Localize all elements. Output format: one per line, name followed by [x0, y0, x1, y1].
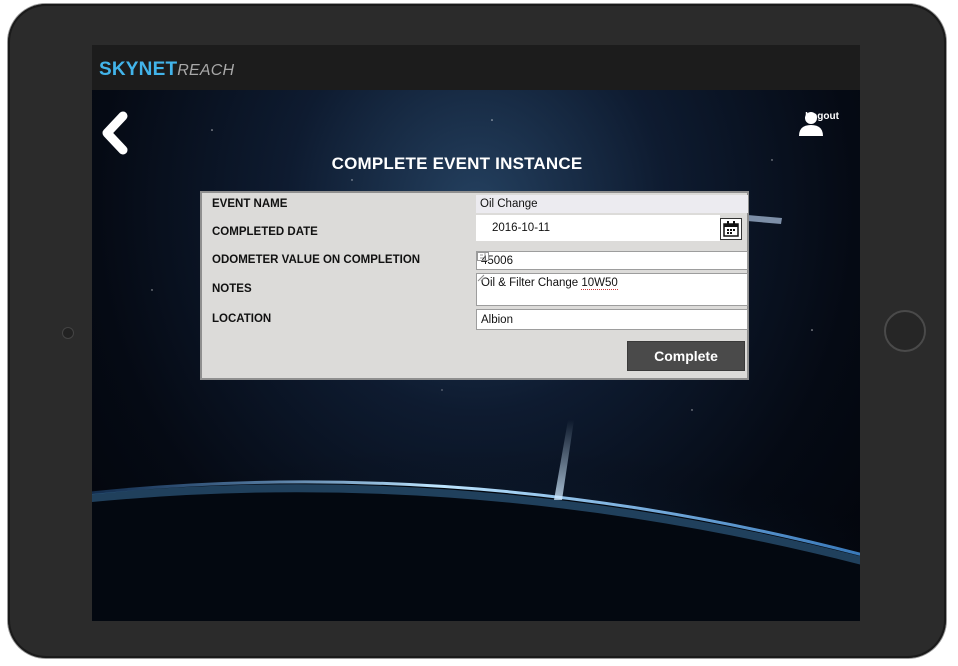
- tablet-frame: SKYNETREACH Logout COMPLETE EVENT INSTAN…: [8, 4, 946, 658]
- complete-button[interactable]: Complete: [627, 341, 745, 371]
- logout-button[interactable]: Logout: [798, 110, 846, 150]
- page-title: COMPLETE EVENT INSTANCE: [331, 154, 583, 173]
- notes-textarea[interactable]: Oil & Filter Change 10W50: [476, 273, 748, 306]
- home-button[interactable]: [884, 310, 926, 352]
- location-label: LOCATION: [212, 313, 272, 325]
- number-spin-icon: [477, 252, 489, 261]
- location-input[interactable]: Albion: [476, 309, 748, 330]
- event-name-value: Oil Change: [476, 195, 748, 213]
- completed-date-input[interactable]: 2016-10-11: [476, 215, 720, 241]
- event-form: EVENT NAME Oil Change COMPLETED DATE 201…: [200, 191, 749, 380]
- brand-logo: SKYNETREACH: [99, 59, 234, 81]
- odometer-input[interactable]: 45006: [476, 251, 748, 270]
- resize-handle-icon[interactable]: [477, 274, 485, 282]
- brand-secondary: REACH: [177, 62, 235, 79]
- app-screen: SKYNETREACH Logout COMPLETE EVENT INSTAN…: [92, 45, 860, 621]
- user-icon: [799, 112, 823, 136]
- camera-icon: [62, 327, 74, 339]
- app-bar: SKYNETREACH: [92, 45, 860, 91]
- odometer-label: ODOMETER VALUE ON COMPLETION: [212, 254, 421, 266]
- back-button[interactable]: [97, 110, 133, 156]
- event-name-label: EVENT NAME: [212, 198, 288, 210]
- completed-date-label: COMPLETED DATE: [212, 226, 318, 238]
- date-picker-button[interactable]: [720, 218, 742, 240]
- notes-label: NOTES: [212, 283, 252, 295]
- chevron-left-icon: [102, 111, 128, 155]
- space-background: Logout COMPLETE EVENT INSTANCE EVENT NAM…: [92, 90, 860, 621]
- brand-primary: SKYNET: [99, 59, 178, 80]
- calendar-icon: [723, 221, 739, 237]
